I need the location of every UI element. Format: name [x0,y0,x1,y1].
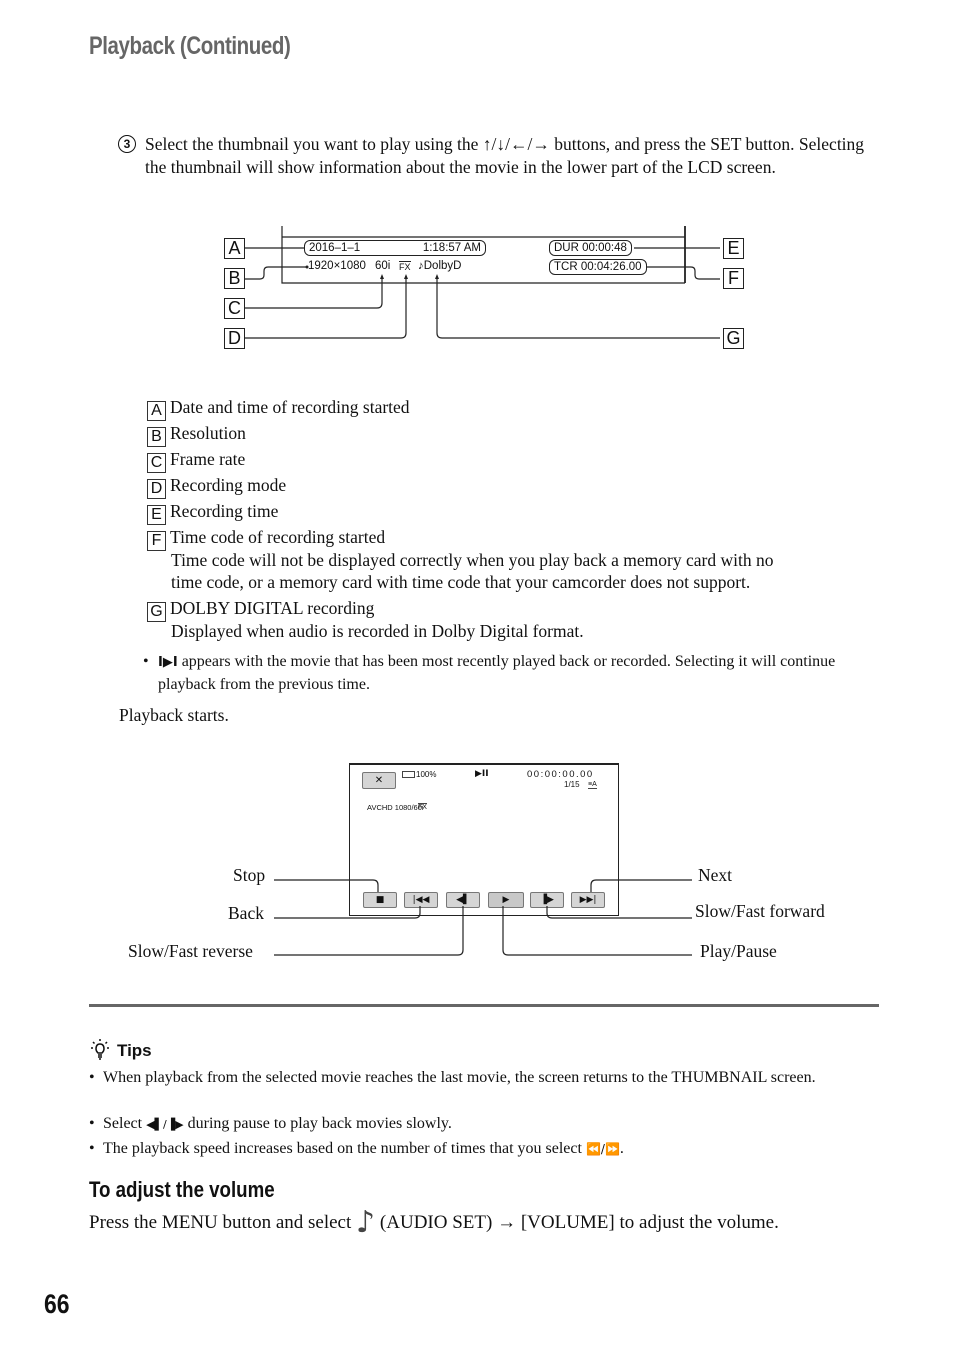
battery-icon [402,771,415,779]
legend-item-c: C Frame rate [147,449,245,473]
recording-date: 2016–1–1 [309,242,361,254]
lightbulb-icon [91,1039,109,1060]
frame-rate-value: 60i [375,260,391,272]
note-body: I▶I appears with the movie that has been… [158,651,883,695]
legend-key: D [147,479,166,499]
play-pause-status-icon: ▶II [475,769,489,779]
callout-back: Back [228,903,264,923]
callout-slow-fast-reverse: Slow/Fast reverse [128,941,253,961]
label-b: B [224,268,245,289]
fast-reverse-forward-icon: ⏪/⏩ [585,1142,620,1156]
date-time-pill: 2016–1–1 1:18:57 AM [304,240,486,256]
callout-slow-fast-forward: Slow/Fast forward [695,901,825,921]
label-f: F [723,268,744,289]
legend-text: Resolution [170,423,246,443]
legend-item-e: E Recording time [147,501,278,525]
tips-heading: Tips [89,1038,152,1061]
resolution-value: 1920×1080 [308,260,366,272]
legend-key: C [147,453,166,473]
legend-text: DOLBY DIGITAL recording [170,598,375,618]
tips-title: Tips [117,1041,152,1060]
volume-instructions: Press the MENU button and select ♪ (AUDI… [89,1205,779,1240]
recording-time-of-day: 1:18:57 AM [422,242,481,254]
audio-format-value: ♪DolbyD [418,260,462,272]
legend-item-f: F Time code of recording started [147,527,385,551]
legend-key: E [147,505,166,525]
playback-starts-text: Playback starts. [119,705,229,725]
mode-indicator: FX [418,803,427,811]
timecode-pill: TCR 00:04:26.00 [549,259,647,275]
page-number: 66 [44,1289,70,1319]
label-e: E [723,238,744,259]
slow-playback-icon: ◀▌/▐▶ [146,1118,184,1131]
legend-text: Date and time of recording started [170,397,410,417]
recording-mode-value: FX [399,261,411,272]
step-number-badge: 3 [118,135,136,153]
volume-heading: To adjust the volume [89,1177,275,1202]
time-counter: 00:00:00.00 [527,769,594,780]
legend-text: Recording mode [170,475,287,495]
close-button[interactable]: ✕ [362,772,396,789]
legend-item-a: A Date and time of recording started [147,397,410,421]
resume-playback-icon: I▶I [158,655,178,670]
legend-key: A [147,401,166,421]
legend-f-detail-1: Time code will not be displayed correctl… [171,550,774,570]
note-text: appears with the movie that has been mos… [158,653,836,693]
legend-item-g: G DOLBY DIGITAL recording [147,598,374,622]
media-icon: ≡A [588,781,597,789]
legend-item-b: B Resolution [147,423,246,447]
legend-text: Frame rate [170,449,246,469]
tip-item: • Select ◀▌/▐▶ during pause to play back … [89,1115,452,1132]
step-3: 3 Select the thumbnail you want to play … [118,133,888,178]
callout-stop: Stop [233,865,266,885]
movie-index: 1/15 [564,780,580,789]
tip-item: • When playback from the selected movie r… [89,1069,816,1086]
tip-item: • The playback speed increases based on t… [89,1140,624,1157]
legend-key: G [147,602,166,622]
duration-pill: DUR 00:00:48 [549,240,632,256]
legend-g-detail: Displayed when audio is recorded in Dolb… [171,621,584,641]
section-divider [89,1004,879,1007]
label-d: D [224,328,245,349]
bullet: • [143,653,149,670]
legend-item-d: D Recording mode [147,475,286,499]
label-a: A [224,238,245,259]
resume-note: • I▶I appears with the movie that has be… [143,651,883,695]
music-note-icon: ♪ [356,1205,376,1240]
battery-indicator: 100% [402,770,436,779]
legend-key: F [147,531,166,551]
legend-f-detail-2: time code, or a memory card with time co… [171,572,751,592]
legend-text: Recording time [170,501,279,521]
callout-play-pause: Play/Pause [700,941,777,961]
step-3-text: Select the thumbnail you want to play us… [145,134,865,177]
callout-next: Next [698,865,733,885]
movie-info-diagram: A B C D E F G 2016–1–1 1:18:57 AM 1920×1… [215,222,755,357]
legend-text: Time code of recording started [170,527,386,547]
label-g: G [723,328,744,349]
label-c: C [224,298,245,319]
format-indicator: AVCHD 1080/60i [367,803,424,812]
legend-key: B [147,427,166,447]
section-title: Playback (Continued) [89,32,291,60]
